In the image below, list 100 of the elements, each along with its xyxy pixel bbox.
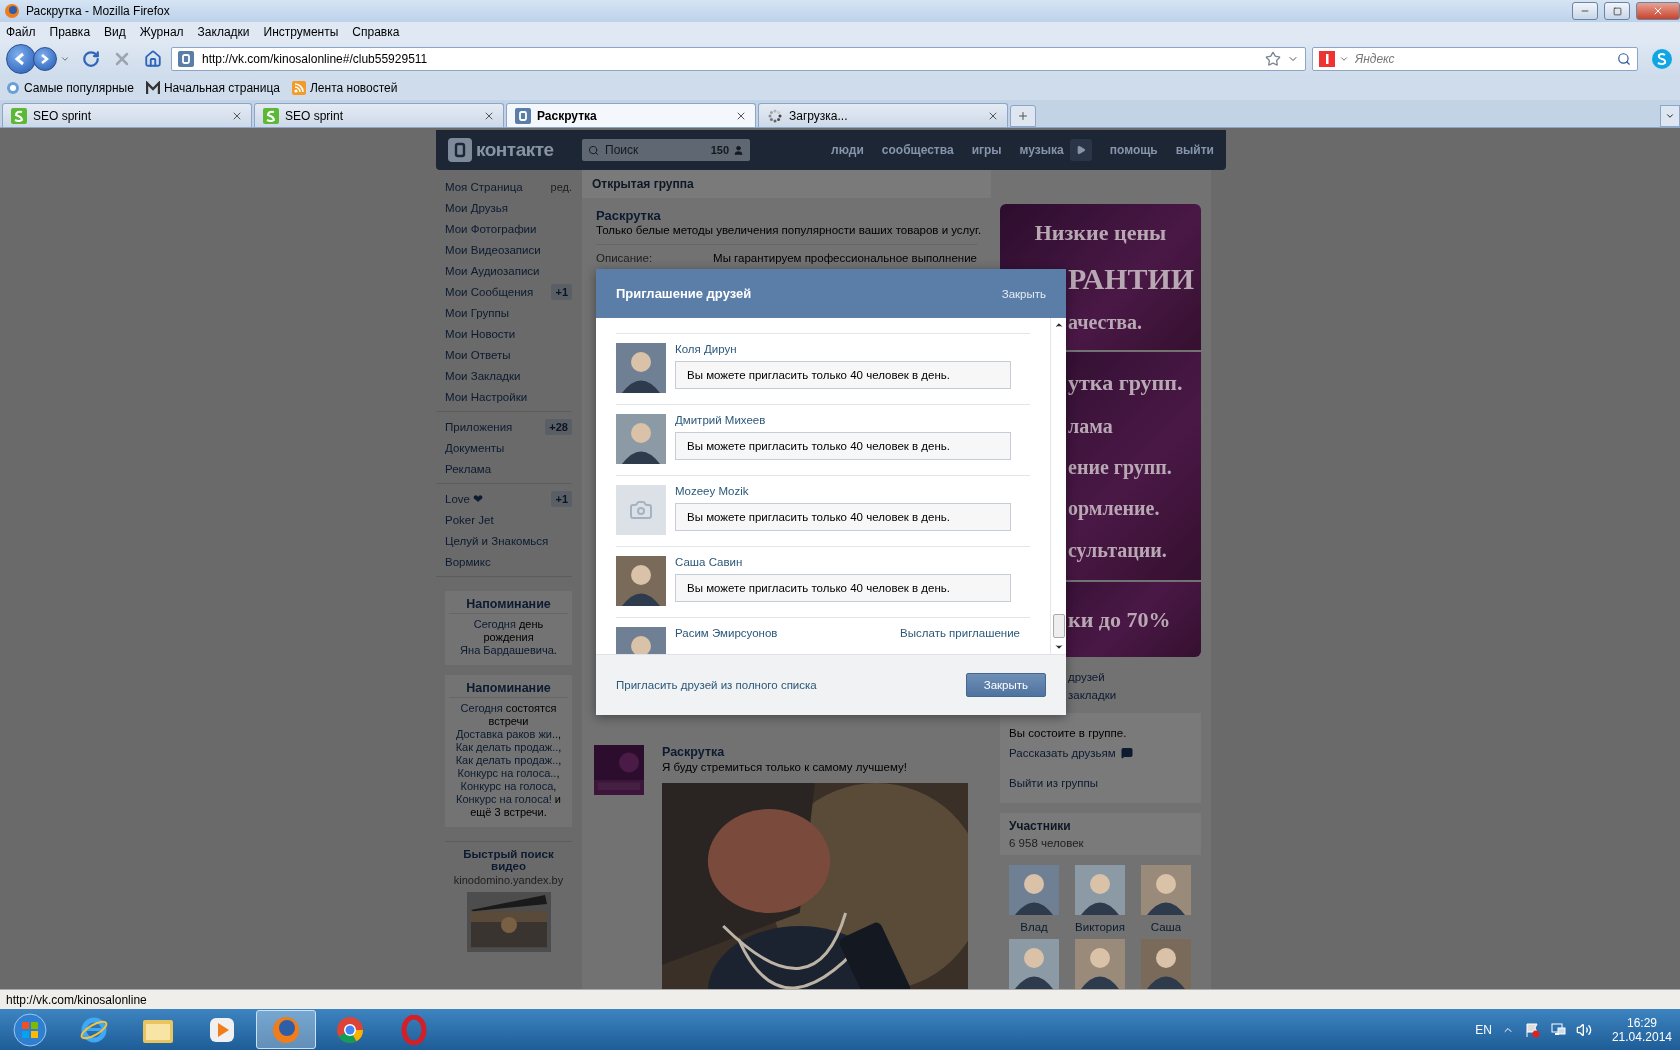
member-name[interactable]: Виктория bbox=[1075, 921, 1125, 933]
menu-item[interactable]: Файл bbox=[6, 25, 36, 39]
member-name[interactable]: Влад bbox=[1020, 921, 1048, 933]
dialog-title: Приглашение друзей bbox=[616, 286, 752, 301]
menu-item[interactable]: Справка bbox=[352, 25, 400, 39]
sidebar-link[interactable]: Целуй и Знакомься bbox=[445, 534, 572, 547]
sidebar-link[interactable]: Мои Группы bbox=[445, 306, 572, 319]
search-engine-icon[interactable] bbox=[1319, 51, 1335, 67]
info-label: Описание: bbox=[596, 252, 654, 264]
sidebar-link[interactable]: Документы bbox=[445, 441, 572, 454]
action-link[interactable]: друзей bbox=[1068, 671, 1105, 683]
sidebar-link[interactable]: Вормикс bbox=[445, 555, 572, 568]
nav-link[interactable]: сообщества bbox=[881, 143, 954, 157]
search-icon[interactable] bbox=[1617, 52, 1631, 66]
sidebar-link[interactable]: Мои Закладки bbox=[445, 369, 572, 382]
bookmark-link[interactable]: Лента новостей bbox=[292, 81, 398, 95]
nav-link[interactable]: люди bbox=[831, 143, 864, 157]
maximize-button[interactable] bbox=[1604, 2, 1630, 20]
browser-tab[interactable]: Раскрутка bbox=[506, 103, 756, 127]
reminder-link[interactable]: Сегодня bbox=[473, 618, 516, 630]
sidebar-link[interactable]: Love ❤ bbox=[445, 491, 552, 506]
language-indicator[interactable]: EN bbox=[1475, 1022, 1492, 1037]
logo-icon[interactable] bbox=[448, 138, 472, 162]
close-link[interactable]: Закрыть bbox=[1001, 287, 1046, 300]
vk-favicon-icon bbox=[178, 51, 194, 67]
vk-favicon-icon bbox=[515, 107, 531, 124]
post-author[interactable]: Раскрутка bbox=[662, 745, 968, 759]
menu-item[interactable]: Инструменты bbox=[263, 25, 339, 39]
sidebar-link[interactable]: Мои Сообщения bbox=[445, 285, 552, 298]
close-window-button[interactable] bbox=[1636, 2, 1680, 20]
site-search-bar[interactable]: Поиск 150 bbox=[582, 139, 750, 161]
logo-text[interactable]: контакте bbox=[476, 139, 554, 161]
reminder-link[interactable]: Яна Бардашевича bbox=[460, 644, 554, 656]
sidebar-link[interactable]: Мои Видеозаписи bbox=[445, 243, 572, 256]
network-icon[interactable] bbox=[1549, 1021, 1566, 1038]
taskbar-app[interactable] bbox=[256, 1010, 316, 1049]
friend-name[interactable]: Mozeey Mozik bbox=[675, 485, 749, 497]
status-text: http://vk.com/kinosalonline bbox=[6, 992, 147, 1007]
member-name[interactable]: Саша bbox=[1150, 921, 1182, 933]
browser-tab[interactable]: SEO sprint bbox=[254, 103, 504, 127]
leave-link[interactable]: Выйти из группы bbox=[1009, 777, 1099, 789]
sidebar-link[interactable]: Мои Настройки bbox=[445, 390, 572, 403]
friend-name[interactable]: Коля Дирун bbox=[675, 343, 737, 355]
members-title[interactable]: Участники bbox=[1009, 819, 1071, 833]
caret-icon bbox=[60, 54, 70, 64]
sidebar-link[interactable]: Мои Фотографии bbox=[445, 222, 572, 235]
nav-link[interactable]: игры bbox=[971, 143, 1002, 157]
close-button[interactable]: Закрыть bbox=[965, 673, 1046, 697]
friend-name[interactable]: Расим Эмирсуонов bbox=[675, 627, 778, 639]
back-button[interactable] bbox=[6, 44, 36, 74]
scrollbar[interactable] bbox=[1050, 318, 1066, 654]
sidebar-link[interactable]: Мои Новости bbox=[445, 327, 572, 340]
action-link[interactable]: закладки bbox=[1068, 689, 1117, 701]
reminder-link[interactable]: Конкурс на голоса! bbox=[456, 793, 552, 805]
minimize-button[interactable] bbox=[1572, 2, 1598, 20]
share-link[interactable]: Рассказать друзьям bbox=[1009, 747, 1133, 759]
flag-icon[interactable] bbox=[1523, 1021, 1540, 1038]
skype-icon[interactable] bbox=[1650, 47, 1674, 71]
menu-item[interactable]: Журнал bbox=[139, 25, 184, 39]
play-button[interactable] bbox=[1069, 139, 1092, 161]
ad-title[interactable]: Быстрый поиск видео bbox=[453, 848, 564, 872]
browser-tab[interactable]: SEO sprint bbox=[2, 103, 252, 127]
forward-button[interactable] bbox=[33, 47, 57, 71]
banner-text: РАНТИИ bbox=[1068, 261, 1195, 296]
reminder-link[interactable]: Сегодня bbox=[460, 702, 503, 714]
edit-link[interactable]: ред. bbox=[550, 180, 572, 193]
scroll-up-icon[interactable] bbox=[1053, 320, 1064, 330]
menu-item[interactable]: Вид bbox=[104, 25, 126, 39]
nav-link[interactable]: музыка bbox=[1019, 143, 1064, 157]
sidebar-link[interactable]: Приложения bbox=[445, 420, 546, 433]
scroll-down-icon[interactable] bbox=[1053, 642, 1064, 652]
browser-tab[interactable]: Загрузка... bbox=[758, 103, 1008, 127]
friend-name[interactable]: Саша Савин bbox=[675, 556, 743, 568]
sidebar-link[interactable]: Моя Страница bbox=[445, 180, 551, 193]
search-input[interactable]: Яндекс bbox=[1353, 51, 1613, 67]
bookmark-star-icon[interactable] bbox=[1265, 51, 1281, 67]
reminder-link[interactable]: Доставка раков жи.. bbox=[455, 728, 558, 740]
bookmark-link[interactable]: Самые популярные bbox=[6, 81, 134, 95]
counter-badge: +1 bbox=[551, 490, 572, 507]
sidebar-link[interactable]: Poker Jet bbox=[445, 513, 572, 526]
caret-icon[interactable] bbox=[1339, 54, 1349, 64]
bookmark-link[interactable]: Начальная страница bbox=[145, 81, 280, 95]
friend-name[interactable]: Дмитрий Михеев bbox=[675, 414, 766, 426]
reminder-title: Напоминание bbox=[449, 597, 568, 614]
sidebar-link[interactable]: Реклама bbox=[445, 462, 572, 475]
url-input[interactable]: http://vk.com/kinosalonline#/club55929511 bbox=[200, 51, 1259, 67]
menu-item[interactable]: Закладки bbox=[197, 25, 250, 39]
search-bar[interactable]: Яндекс bbox=[1312, 47, 1638, 71]
nav-link[interactable]: помощь bbox=[1109, 143, 1158, 157]
menu-item[interactable]: Правка bbox=[49, 25, 91, 39]
clock[interactable]: 16:29 21.04.2014 bbox=[1601, 1015, 1672, 1044]
site-search-input[interactable]: Поиск bbox=[603, 142, 707, 158]
sidebar-link[interactable]: Мои Друзья bbox=[445, 201, 572, 214]
volume-icon[interactable] bbox=[1575, 1021, 1592, 1038]
sidebar-link[interactable]: Мои Аудиозаписи bbox=[445, 264, 572, 277]
nav-link[interactable]: выйти bbox=[1175, 143, 1214, 157]
scroll-thumb[interactable] bbox=[1052, 614, 1065, 638]
sidebar-link[interactable]: Мои Ответы bbox=[445, 348, 572, 361]
full-list-link[interactable]: Пригласить друзей из полного списка bbox=[616, 679, 817, 691]
address-bar[interactable]: http://vk.com/kinosalonline#/club55929511 bbox=[171, 47, 1306, 71]
